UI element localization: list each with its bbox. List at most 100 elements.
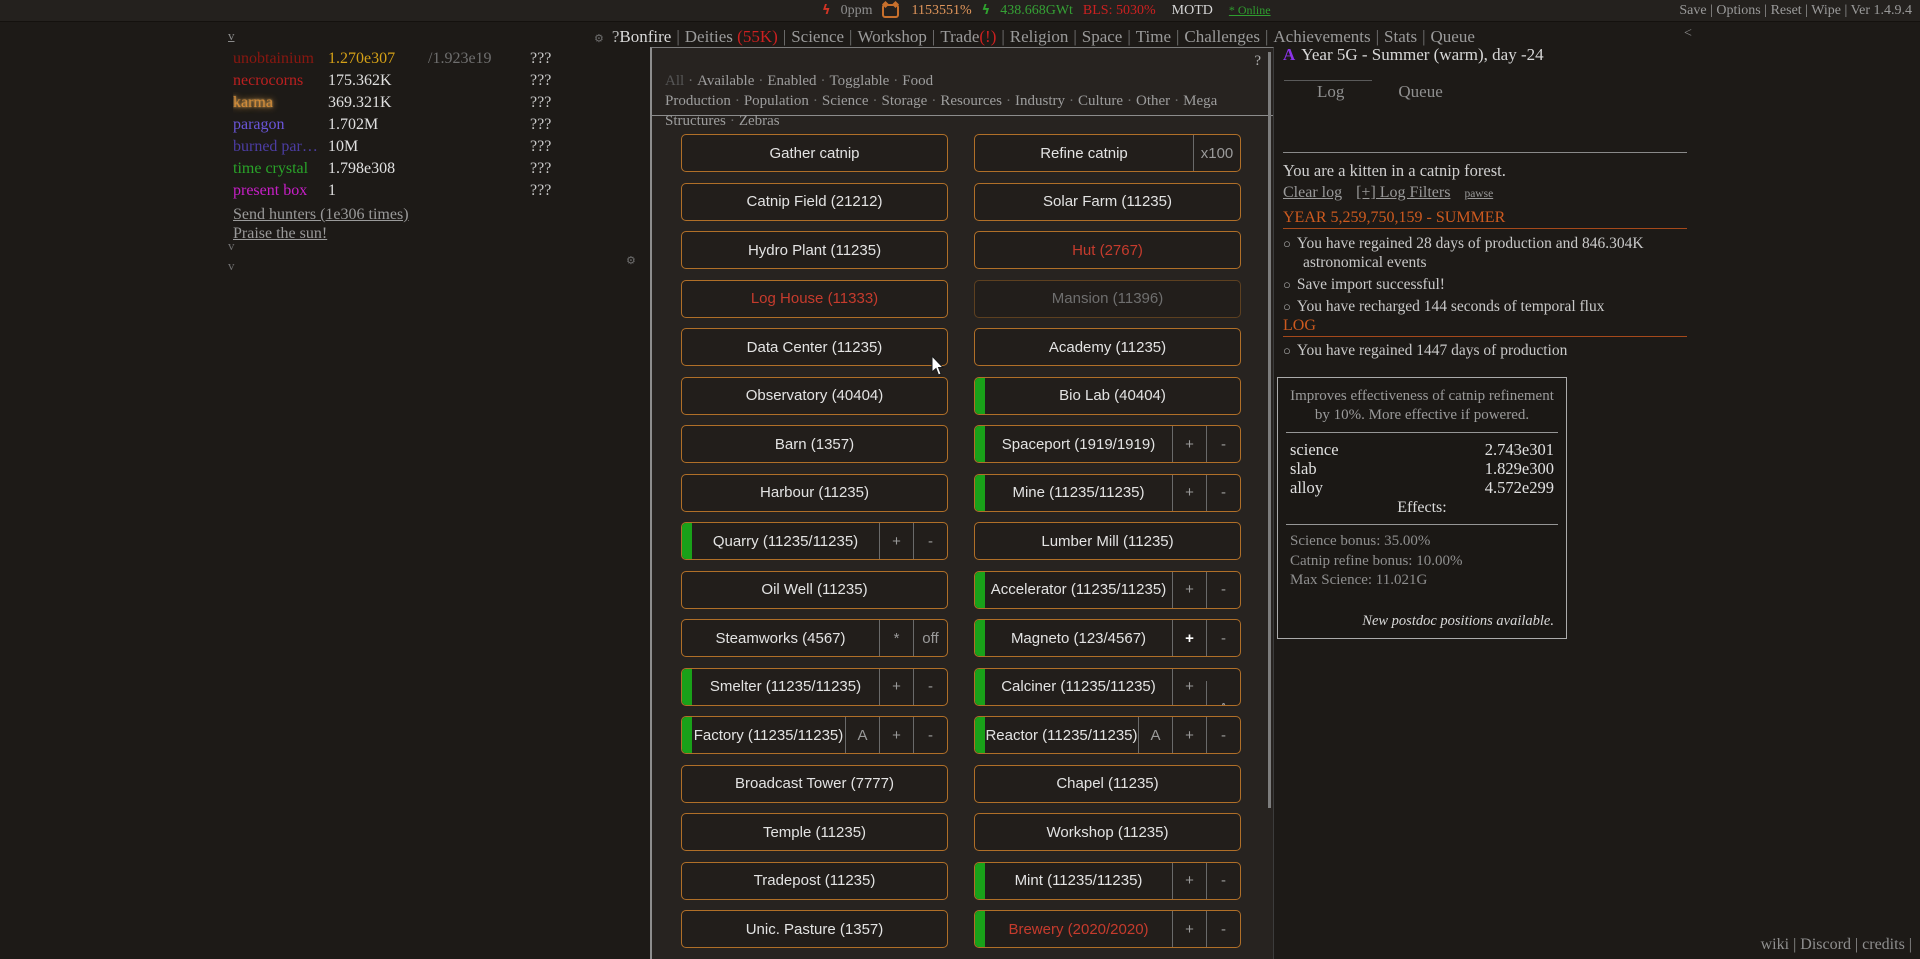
clear-log-link[interactable]: Clear log xyxy=(1283,184,1342,201)
filter-available[interactable]: Available xyxy=(697,73,754,89)
building-control-a[interactable]: A xyxy=(845,717,879,753)
tab-achievements[interactable]: Achievements xyxy=(1273,27,1370,46)
building-control-empty[interactable]: - xyxy=(1206,863,1240,899)
building-control-empty[interactable]: + xyxy=(1172,669,1206,705)
building-button-refine-catnip[interactable]: Refine catnipx100 xyxy=(974,134,1241,172)
building-button-brewery-2020-2020[interactable]: Brewery (2020/2020)+- xyxy=(974,910,1241,948)
building-control-x100[interactable]: x100 xyxy=(1193,135,1240,171)
building-button-unic-pasture-1357[interactable]: Unic. Pasture (1357) xyxy=(681,910,948,948)
filter-zebras[interactable]: Zebras xyxy=(739,113,780,129)
building-button-steamworks-4567[interactable]: Steamworks (4567)*off xyxy=(681,619,948,657)
building-control-a[interactable]: A xyxy=(1138,717,1172,753)
building-control-empty[interactable]: + xyxy=(1172,717,1206,753)
resource-collapse-toggle[interactable]: v xyxy=(228,28,235,44)
building-button-factory-11235-11235[interactable]: Factory (11235/11235)A+- xyxy=(681,716,948,754)
options-link[interactable]: Options xyxy=(1716,3,1760,18)
filter-togglable[interactable]: Togglable xyxy=(830,73,890,89)
filter-other[interactable]: Other xyxy=(1136,93,1170,109)
building-control-empty[interactable]: + xyxy=(1172,572,1206,608)
tab-log[interactable]: Log xyxy=(1317,82,1344,101)
building-control-empty[interactable]: + xyxy=(1172,426,1206,462)
building-control-empty[interactable]: * xyxy=(879,620,913,656)
panel-scrollbar[interactable] xyxy=(1268,52,1271,808)
tab-time[interactable]: Time xyxy=(1136,27,1171,46)
left-collapse-toggle-2[interactable]: v xyxy=(228,258,235,274)
filter-culture[interactable]: Culture xyxy=(1078,93,1123,109)
filter-resources[interactable]: Resources xyxy=(940,93,1002,109)
building-button-barn-1357[interactable]: Barn (1357) xyxy=(681,425,948,463)
tab-space[interactable]: Space xyxy=(1082,27,1123,46)
filter-storage[interactable]: Storage xyxy=(882,93,928,109)
building-button-hydro-plant-11235[interactable]: Hydro Plant (11235) xyxy=(681,231,948,269)
building-control-empty[interactable]: + xyxy=(1172,863,1206,899)
tab-challenges[interactable]: Challenges xyxy=(1184,27,1260,46)
building-button-catnip-field-21212[interactable]: Catnip Field (21212) xyxy=(681,183,948,221)
building-button-magneto-123-4567[interactable]: Magneto (123/4567)+- xyxy=(974,619,1241,657)
discord-link[interactable]: Discord xyxy=(1800,936,1851,953)
reset-link[interactable]: Reset xyxy=(1771,3,1802,18)
building-control-empty[interactable]: - xyxy=(1206,572,1240,608)
building-button-academy-11235[interactable]: Academy (11235) xyxy=(974,328,1241,366)
tab-science[interactable]: Science xyxy=(791,27,844,46)
building-control-empty[interactable]: + xyxy=(1172,475,1206,511)
tab-religion[interactable]: Religion xyxy=(1010,27,1069,46)
credits-link[interactable]: credits xyxy=(1862,936,1905,953)
building-button-spaceport-1919-1919[interactable]: Spaceport (1919/1919)+- xyxy=(974,425,1241,463)
filter-population[interactable]: Population xyxy=(744,93,809,109)
building-button-mansion-11396[interactable]: Mansion (11396) xyxy=(974,280,1241,318)
building-control-empty[interactable]: - xyxy=(1206,426,1240,462)
building-control-empty[interactable]: + xyxy=(1172,620,1206,656)
filter-science[interactable]: Science xyxy=(822,93,869,109)
tab-trade[interactable]: Trade(!) xyxy=(940,27,996,46)
settings-gear-icon[interactable]: ⚙ xyxy=(594,32,604,45)
building-button-harbour-11235[interactable]: Harbour (11235) xyxy=(681,474,948,512)
building-control-empty[interactable]: - xyxy=(913,669,947,705)
building-button-workshop-11235[interactable]: Workshop (11235) xyxy=(974,813,1241,851)
building-control-empty[interactable]: + xyxy=(1172,911,1206,947)
building-button-reactor-11235-11235[interactable]: Reactor (11235/11235)A+- xyxy=(974,716,1241,754)
pause-link[interactable]: pawse xyxy=(1464,188,1493,200)
building-button-mint-11235-11235[interactable]: Mint (11235/11235)+- xyxy=(974,862,1241,900)
tab-bonfire[interactable]: Bonfire xyxy=(619,27,671,46)
building-button-lumber-mill-11235[interactable]: Lumber Mill (11235) xyxy=(974,522,1241,560)
building-button-gather-catnip[interactable]: Gather catnip xyxy=(681,134,948,172)
building-control-empty[interactable]: - xyxy=(1206,911,1240,947)
building-button-solar-farm-11235[interactable]: Solar Farm (11235) xyxy=(974,183,1241,221)
filter-industry[interactable]: Industry xyxy=(1015,93,1065,109)
building-button-chapel-11235[interactable]: Chapel (11235) xyxy=(974,765,1241,803)
building-control-empty[interactable]: + xyxy=(879,669,913,705)
building-button-quarry-11235-11235[interactable]: Quarry (11235/11235)+- xyxy=(681,522,948,560)
building-control-empty[interactable]: - xyxy=(1206,475,1240,511)
motd-label[interactable]: MOTD xyxy=(1172,3,1213,19)
send-hunters-link[interactable]: Send hunters (1e306 times) xyxy=(233,205,633,224)
tab-deities[interactable]: Deities (55K) xyxy=(685,27,778,46)
filter-enabled[interactable]: Enabled xyxy=(767,73,816,89)
building-control-empty[interactable]: - xyxy=(913,717,947,753)
wipe-link[interactable]: Wipe xyxy=(1811,3,1841,18)
save-link[interactable]: Save xyxy=(1679,3,1706,18)
building-button-smelter-11235-11235[interactable]: Smelter (11235/11235)+- xyxy=(681,668,948,706)
building-control-empty[interactable]: + xyxy=(879,717,913,753)
praise-sun-link[interactable]: Praise the sun! xyxy=(233,224,633,243)
building-control-empty[interactable]: - xyxy=(1206,620,1240,656)
building-button-tradepost-11235[interactable]: Tradepost (11235) xyxy=(681,862,948,900)
wiki-link[interactable]: wiki xyxy=(1761,936,1789,953)
building-control-off[interactable]: off xyxy=(913,620,947,656)
building-control-a[interactable]: A xyxy=(1206,681,1240,706)
building-button-oil-well-11235[interactable]: Oil Well (11235) xyxy=(681,571,948,609)
building-button-observatory-40404[interactable]: Observatory (40404) xyxy=(681,377,948,415)
left-collapse-toggle[interactable]: v xyxy=(228,238,235,254)
tab-queue[interactable]: Queue xyxy=(1398,82,1442,101)
building-control-empty[interactable]: + xyxy=(879,523,913,559)
building-button-data-center-11235[interactable]: Data Center (11235) xyxy=(681,328,948,366)
right-collapse-toggle[interactable]: < xyxy=(1684,26,1692,42)
panel-help-icon[interactable]: ? xyxy=(1254,53,1261,70)
tab-queue[interactable]: Queue xyxy=(1431,27,1475,46)
log-filters-link[interactable]: [+] Log Filters xyxy=(1356,184,1450,201)
building-control-empty[interactable]: - xyxy=(913,523,947,559)
building-button-log-house-11333[interactable]: Log House (11333) xyxy=(681,280,948,318)
filter-all[interactable]: All xyxy=(665,73,684,89)
building-control-empty[interactable]: - xyxy=(1206,717,1240,753)
building-button-mine-11235-11235[interactable]: Mine (11235/11235)+- xyxy=(974,474,1241,512)
building-button-accelerator-11235-11235[interactable]: Accelerator (11235/11235)+- xyxy=(974,571,1241,609)
